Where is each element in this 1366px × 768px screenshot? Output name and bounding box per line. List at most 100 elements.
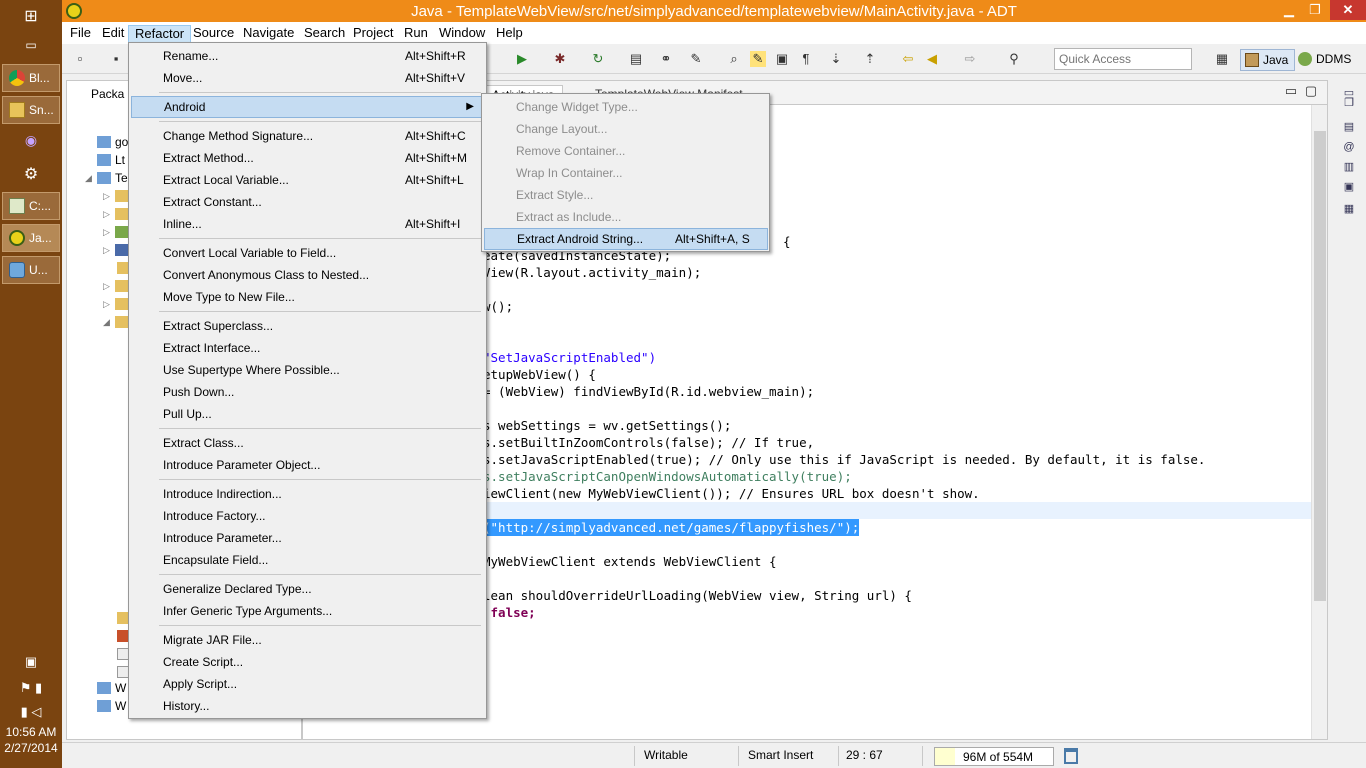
restore-view-icon[interactable]: ❐ — [1342, 96, 1356, 110]
menu-item-create-script[interactable]: Create Script... — [131, 651, 485, 673]
scrollbar-thumb[interactable] — [1314, 131, 1326, 601]
console-icon[interactable]: ▣ — [1342, 180, 1356, 194]
menu-item-extract-android-string[interactable]: Extract Android String... Alt+Shift+A, S — [484, 228, 768, 250]
menu-item-extract-method[interactable]: Extract Method... Alt+Shift+M — [131, 147, 485, 169]
perspective-ddms[interactable]: DDMS — [1294, 49, 1357, 71]
logcat-icon[interactable]: ▦ — [1342, 202, 1356, 216]
highlight-icon[interactable]: ✎ — [750, 51, 766, 67]
menu-item-extract-class[interactable]: Extract Class... — [131, 432, 485, 454]
menu-help[interactable]: Help — [490, 25, 529, 43]
menu-item-generalize-declared-type[interactable]: Generalize Declared Type... — [131, 578, 485, 600]
javadoc-icon[interactable]: @ — [1342, 140, 1356, 154]
tree-item-expanded[interactable]: ◢ Te — [85, 169, 128, 187]
menu-item-introduce-parameter-object[interactable]: Introduce Parameter Object... — [131, 454, 485, 476]
refresh-icon[interactable]: ↻ — [590, 51, 606, 67]
taskbar-item-paint[interactable]: U... — [2, 256, 60, 284]
menu-item-extract-interface[interactable]: Extract Interface... — [131, 337, 485, 359]
menu-file[interactable]: File — [64, 25, 97, 43]
editor-vertical-scrollbar[interactable] — [1311, 105, 1327, 739]
menu-edit[interactable]: Edit — [96, 25, 130, 43]
menu-item-introduce-factory[interactable]: Introduce Factory... — [131, 505, 485, 527]
paragraph-icon[interactable]: ¶ — [798, 51, 814, 67]
save-icon[interactable]: ▪ — [108, 51, 124, 67]
heap-status[interactable]: 96M of 554M — [934, 747, 1054, 766]
taskbar-item-notepad[interactable]: C:... — [2, 192, 60, 220]
back-arrow-icon[interactable]: ◀ — [924, 51, 940, 67]
tree-item[interactable]: ▷ — [103, 205, 129, 223]
debug-icon[interactable]: ✱ — [552, 51, 568, 67]
taskbar-item-folder[interactable]: Sn... — [2, 96, 60, 124]
edit-icon[interactable]: ✎ — [688, 51, 704, 67]
eclipse-small-icon[interactable]: ◉ — [0, 132, 62, 149]
tray-volume-icon[interactable]: ▮ ◁ — [0, 704, 62, 720]
outline-icon[interactable]: ▤ — [1342, 120, 1356, 134]
tray-h-icon[interactable]: ▣ — [0, 654, 62, 670]
tree-item[interactable]: ▷ — [103, 295, 129, 313]
tree-item[interactable]: W — [97, 697, 126, 715]
taskbar-item-adt[interactable]: Ja... — [2, 224, 60, 252]
menu-refactor[interactable]: Refactor — [128, 25, 192, 43]
gear-icon[interactable]: ⚙ — [0, 164, 62, 184]
tree-item[interactable]: ▷ — [103, 241, 129, 259]
menu-item-move[interactable]: Move... Alt+Shift+V — [131, 67, 485, 89]
menu-item-apply-script[interactable]: Apply Script... — [131, 673, 485, 695]
menu-item-rename[interactable]: Rename... Alt+Shift+R — [131, 45, 485, 67]
selected-url-string[interactable]: ("http://simplyadvanced.net/games/flappy… — [483, 519, 860, 536]
open-folder-icon[interactable]: ▤ — [628, 51, 644, 67]
run-icon[interactable]: ▶ — [514, 51, 530, 67]
menu-navigate[interactable]: Navigate — [237, 25, 300, 43]
toggle-icon[interactable]: ▣ — [774, 51, 790, 67]
menu-run[interactable]: Run — [398, 25, 434, 43]
menu-item-migrate-jar-file[interactable]: Migrate JAR File... — [131, 629, 485, 651]
tree-item[interactable]: ◢ — [103, 313, 129, 331]
menu-item-encapsulate-field[interactable]: Encapsulate Field... — [131, 549, 485, 571]
trash-icon[interactable] — [1064, 748, 1078, 764]
close-button[interactable]: ✕ — [1330, 0, 1366, 20]
menu-item-pull-up[interactable]: Pull Up... — [131, 403, 485, 425]
minimize-editor-icon[interactable]: ▭ — [1283, 83, 1299, 99]
menu-window[interactable]: Window — [433, 25, 491, 43]
menu-item-extract-superclass[interactable]: Extract Superclass... — [131, 315, 485, 337]
tree-item[interactable]: W — [97, 679, 126, 697]
menu-search[interactable]: Search — [298, 25, 351, 43]
menu-item-introduce-parameter[interactable]: Introduce Parameter... — [131, 527, 485, 549]
menu-item-convert-anonymous-class-to-nested[interactable]: Convert Anonymous Class to Nested... — [131, 264, 485, 286]
menu-item-android[interactable]: Android ▶ — [131, 96, 485, 118]
maximize-editor-icon[interactable]: ▢ — [1303, 83, 1319, 99]
forward-icon[interactable]: ⇨ — [962, 51, 978, 67]
declaration-icon[interactable]: ▥ — [1342, 160, 1356, 174]
menu-item-use-supertype-where-possible[interactable]: Use Supertype Where Possible... — [131, 359, 485, 381]
menu-item-push-down[interactable]: Push Down... — [131, 381, 485, 403]
search-icon[interactable]: ⌕ — [726, 51, 742, 67]
taskbar-item-chrome[interactable]: Bl... — [2, 64, 60, 92]
perspective-java[interactable]: Java — [1240, 49, 1296, 71]
tray-flag-icon[interactable]: ⚑ ▮ — [0, 680, 62, 696]
menu-item-move-type-to-new-file[interactable]: Move Type to New File... — [131, 286, 485, 308]
open-perspective-icon[interactable]: ▦ — [1214, 51, 1230, 67]
menu-item-convert-local-variable-to-field[interactable]: Convert Local Variable to Field... — [131, 242, 485, 264]
menu-source[interactable]: Source — [187, 25, 240, 43]
pin-icon[interactable]: ⚲ — [1006, 51, 1022, 67]
system-clock[interactable]: 10:56 AM 2/27/2014 — [0, 724, 62, 756]
menu-item-inline[interactable]: Inline... Alt+Shift+I — [131, 213, 485, 235]
menu-item-extract-constant[interactable]: Extract Constant... — [131, 191, 485, 213]
menu-item-introduce-indirection[interactable]: Introduce Indirection... — [131, 483, 485, 505]
tree-item[interactable]: ▷ — [103, 223, 129, 241]
menu-item-history[interactable]: History... — [131, 695, 485, 717]
link-icon[interactable]: ⚭ — [658, 51, 674, 67]
maximize-button[interactable]: ❐ — [1302, 0, 1328, 20]
start-icon[interactable]: ⊞ — [0, 6, 62, 26]
back-icon[interactable]: ⇦ — [900, 51, 916, 67]
tree-item[interactable]: ▷ — [103, 187, 129, 205]
menu-item-change-method-signature[interactable]: Change Method Signature... Alt+Shift+C — [131, 125, 485, 147]
new-icon[interactable]: ▫ — [72, 51, 88, 67]
menu-project[interactable]: Project — [347, 25, 399, 43]
title-bar[interactable]: Java - TemplateWebView/src/net/simplyadv… — [62, 0, 1366, 22]
tree-item[interactable]: Lt — [97, 151, 125, 169]
cmd-icon[interactable]: ▭ — [0, 38, 62, 52]
quick-access-input[interactable] — [1054, 48, 1192, 70]
menu-item-extract-local-variable[interactable]: Extract Local Variable... Alt+Shift+L — [131, 169, 485, 191]
menu-item-infer-generic-type-arguments[interactable]: Infer Generic Type Arguments... — [131, 600, 485, 622]
tree-item[interactable]: ▷ — [103, 277, 129, 295]
prev-annotation-icon[interactable]: ⇡ — [862, 51, 878, 67]
